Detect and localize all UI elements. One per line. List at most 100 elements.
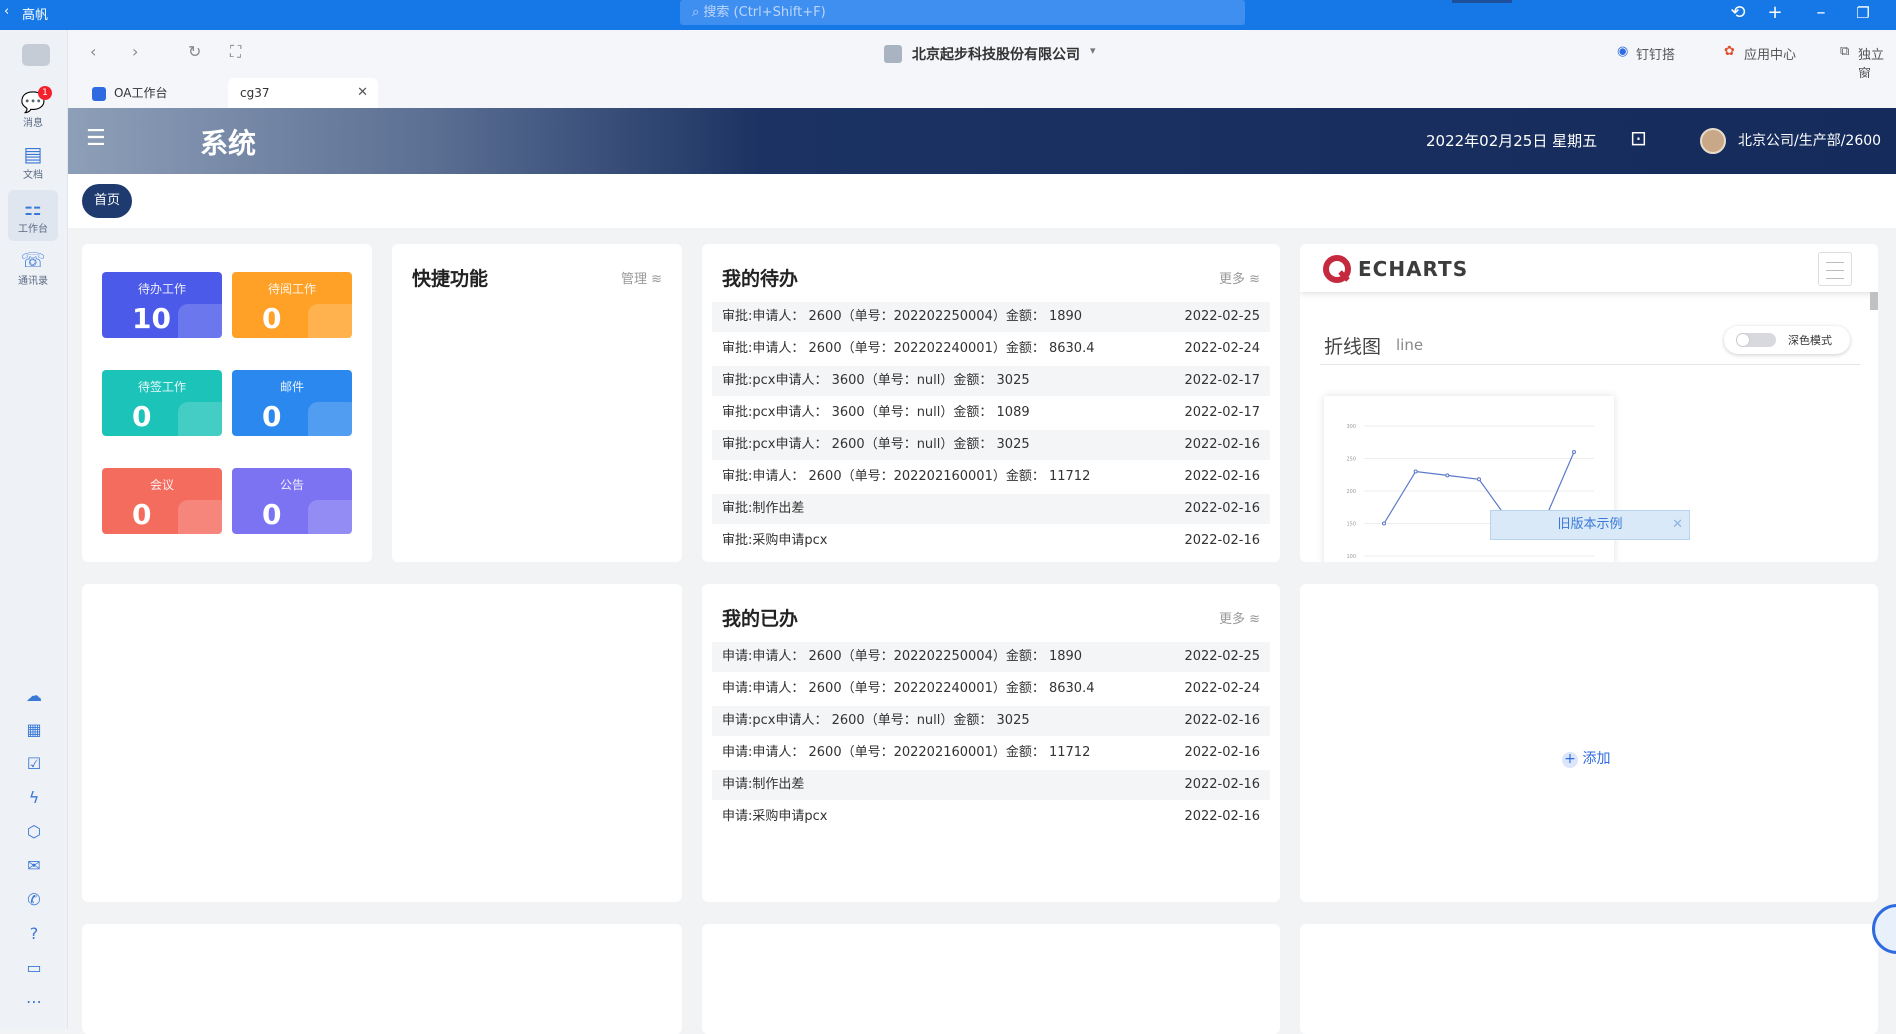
rail-item-contacts[interactable]: ☏ 通讯录	[8, 248, 58, 287]
done-more-link[interactable]: 更多 ≋	[1219, 608, 1260, 627]
standalone-link[interactable]: 独立窗	[1858, 44, 1896, 82]
list-item-text: 审批:申请人： 2600（单号：202202160001）金额： 11712	[722, 469, 1091, 484]
list-item[interactable]: 审批:pcx申请人： 3600（单号：null）金额： 1089 2022-02-…	[712, 398, 1270, 428]
task-icon[interactable]: ☑	[22, 754, 46, 773]
tile-decor-icon	[178, 500, 222, 534]
list-item[interactable]: 审批:申请人： 2600（单号：202202160001）金额： 11712 20…	[712, 462, 1270, 492]
echarts-topbar: ECHARTS	[1300, 244, 1878, 292]
list-item[interactable]: 审批:申请人： 2600（单号：202202240001）金额： 8630.4 2…	[712, 334, 1270, 364]
app-center-link[interactable]: 应用中心	[1744, 44, 1796, 63]
rail-item-docs[interactable]: ▤ 文档	[8, 142, 58, 181]
todo-more-link[interactable]: 更多 ≋	[1219, 268, 1260, 287]
fullscreen-icon[interactable]: ⛶	[230, 42, 241, 62]
rail-item-label: 工作台	[18, 224, 48, 235]
dingpan-link[interactable]: 钉钉搭	[1636, 44, 1675, 63]
add-widget-button[interactable]: + 添加	[1562, 748, 1610, 768]
list-item-text: 审批:申请人： 2600（单号：202202240001）金额： 8630.4	[722, 341, 1095, 356]
list-item[interactable]: 审批:pcx申请人： 3600（单号：null）金额： 3025 2022-02-…	[712, 366, 1270, 396]
tile-tosign[interactable]: 待签工作 0	[102, 370, 222, 436]
tab-oa-workbench[interactable]: OA工作台	[80, 78, 210, 108]
empty-card	[702, 924, 1280, 1034]
list-item[interactable]: 申请:pcx申请人： 2600（单号：null）金额： 3025 2022-02-…	[712, 706, 1270, 736]
rail-item-workbench[interactable]: ⚏ 工作台	[8, 190, 58, 241]
hamburger-menu-icon[interactable]	[1818, 252, 1852, 286]
app-center-icon: ✿	[1724, 44, 1735, 59]
cube-icon[interactable]: ⬡	[22, 822, 46, 841]
company-selector[interactable]: 北京起步科技股份有限公司	[912, 44, 1080, 64]
list-item[interactable]: 申请:申请人： 2600（单号：202202160001）金额： 11712 20…	[712, 738, 1270, 768]
help-icon[interactable]: ?	[22, 924, 46, 943]
calendar-icon[interactable]: ▦	[22, 720, 46, 739]
flash-icon[interactable]: ϟ	[22, 788, 46, 807]
list-item-date: 2022-02-17	[1184, 405, 1260, 420]
chart-subheading: line	[1396, 336, 1424, 354]
standalone-icon: ⧉	[1840, 44, 1850, 59]
more-icon[interactable]: ⋯	[22, 992, 46, 1011]
cloud-icon[interactable]: ☁	[22, 686, 46, 705]
mail-icon[interactable]: ✉	[22, 856, 46, 875]
rail-item-label: 消息	[23, 118, 43, 129]
done-title: 我的已办	[722, 608, 799, 630]
list-item[interactable]: 审批:申请人： 2600（单号：202202250004）金额： 1890 202…	[712, 302, 1270, 332]
tile-value: 0	[132, 400, 152, 433]
phone-icon[interactable]: ✆	[22, 890, 46, 909]
more-label: 更多	[1218, 612, 1245, 627]
back-icon[interactable]: ‹	[90, 42, 96, 61]
refresh-icon[interactable]: ↻	[188, 42, 201, 61]
list-item[interactable]: 申请:制作出差 2022-02-16	[712, 770, 1270, 800]
list-item-date: 2022-02-16	[1184, 469, 1260, 484]
tile-value: 0	[262, 302, 282, 335]
tile-decor-icon	[178, 304, 222, 338]
my-todo-card: 我的待办 更多 ≋ 审批:申请人： 2600（单号：202202250004）金…	[702, 244, 1280, 562]
titlebar-indicator	[1452, 0, 1512, 3]
global-search-input[interactable]: ⌕ 搜索 (Ctrl+Shift+F)	[680, 0, 1245, 25]
restore-icon[interactable]: ❐	[1848, 4, 1878, 22]
contact-card-icon[interactable]: ⊡	[1630, 126, 1647, 150]
inbox-icon[interactable]: ▭	[22, 958, 46, 977]
close-icon[interactable]: ✕	[1672, 511, 1683, 539]
y-tick-label: 300	[1346, 424, 1356, 430]
close-icon[interactable]: ✕	[357, 78, 368, 108]
menu-toggle-icon[interactable]: ☰	[86, 126, 106, 151]
list-item[interactable]: 申请:采购申请pcx 2022-02-16	[712, 802, 1270, 832]
old-version-tooltip[interactable]: 旧版本示例 ✕	[1490, 510, 1690, 540]
list-item-text: 审批:采购申请pcx	[722, 533, 828, 548]
org-switch-icon[interactable]	[22, 44, 50, 66]
tile-mail[interactable]: 邮件 0	[232, 370, 352, 436]
avatar[interactable]	[1700, 128, 1726, 154]
list-item-text: 申请:采购申请pcx	[722, 809, 828, 824]
list-item[interactable]: 审批:采购申请pcx 2022-02-16	[712, 526, 1270, 556]
manage-label: 管理	[620, 272, 647, 287]
list-item-date: 2022-02-25	[1184, 649, 1260, 664]
minimize-icon[interactable]: –	[1806, 2, 1836, 23]
plus-icon[interactable]: +	[1760, 2, 1790, 23]
dark-mode-toggle[interactable]: 深色模式	[1724, 326, 1850, 354]
list-item[interactable]: 申请:申请人： 2600（单号：202202240001）金额： 8630.4 2…	[712, 674, 1270, 704]
list-item-text: 审批:pcx申请人： 3600（单号：null）金额： 1089	[722, 405, 1030, 420]
rail-item-messages[interactable]: 💬 1 消息	[8, 86, 58, 129]
tile-todo[interactable]: 待办工作 10	[102, 272, 222, 338]
tab-cg37[interactable]: cg37 ✕	[228, 78, 378, 108]
forward-icon[interactable]: ›	[132, 42, 138, 61]
scrollbar-thumb[interactable]	[1870, 292, 1878, 310]
breadcrumb-home[interactable]: 首页	[82, 184, 132, 218]
y-tick-label: 200	[1346, 489, 1356, 495]
list-item[interactable]: 审批:pcx申请人： 2600（单号：null）金额： 3025 2022-02-…	[712, 430, 1270, 460]
history-icon[interactable]: ⟲	[1723, 2, 1753, 23]
list-item[interactable]: 申请:申请人： 2600（单号：202202250004）金额： 1890 202…	[712, 642, 1270, 672]
search-placeholder: 搜索 (Ctrl+Shift+F)	[703, 5, 826, 20]
search-icon: ⌕	[692, 5, 700, 20]
dark-mode-label: 深色模式	[1788, 334, 1832, 347]
chart-heading: 折线图	[1324, 336, 1382, 358]
list-item[interactable]: 审批:制作出差 2022-02-16	[712, 494, 1270, 524]
chevron-down-icon[interactable]: ▾	[1090, 44, 1096, 57]
tile-meeting[interactable]: 会议 0	[102, 468, 222, 534]
user-org-menu[interactable]: 北京公司/生产部/2600	[1738, 130, 1881, 150]
tile-decor-icon	[308, 402, 352, 436]
tile-notice[interactable]: 公告 0	[232, 468, 352, 534]
back-arrow-icon[interactable]: ‹	[4, 4, 9, 19]
plus-circle-icon: +	[1562, 752, 1578, 768]
list-item-date: 2022-02-16	[1184, 533, 1260, 548]
tile-toread[interactable]: 待阅工作 0	[232, 272, 352, 338]
manage-link[interactable]: 管理 ≋	[621, 268, 662, 287]
